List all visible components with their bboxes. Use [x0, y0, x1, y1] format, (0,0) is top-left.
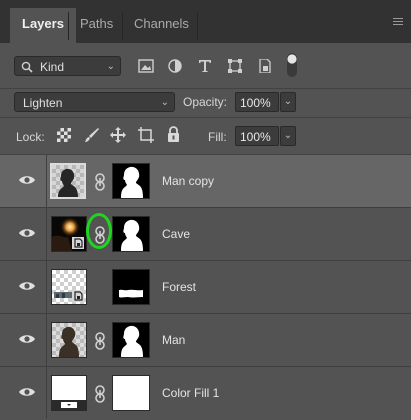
shape-filter-icon[interactable] — [227, 59, 243, 73]
layer-mask-thumbnail[interactable] — [112, 375, 150, 411]
layer-thumbnail[interactable] — [50, 163, 86, 199]
blend-mode-value: Lighten — [23, 96, 63, 110]
layer-mask-thumbnail[interactable] — [112, 216, 150, 252]
visibility-eye-icon[interactable] — [18, 385, 36, 399]
forest-photo-thumbnail — [54, 290, 84, 302]
layer-name[interactable]: Man — [162, 314, 185, 366]
column-divider — [46, 208, 47, 260]
layer-mask-thumbnail[interactable] — [112, 163, 150, 199]
filter-kind-dropdown[interactable]: Kind ⌄ — [14, 56, 121, 76]
mask-link-icon[interactable] — [94, 173, 106, 191]
lock-transparent-icon[interactable] — [57, 128, 71, 142]
layer-thumbnail[interactable] — [51, 375, 87, 411]
layer-name[interactable]: Cave — [162, 208, 190, 260]
visibility-eye-icon[interactable] — [18, 332, 36, 346]
chevron-down-icon: ⌄ — [160, 97, 169, 108]
opacity-input[interactable]: 100% — [235, 92, 279, 112]
visibility-eye-icon[interactable] — [18, 173, 36, 187]
lock-label: Lock: — [16, 130, 45, 144]
column-divider — [46, 155, 47, 207]
panel-tab-bar: Layers Paths Channels — [0, 0, 411, 43]
filter-toggle-icon[interactable] — [286, 52, 298, 78]
lock-row: Lock: Fill: 100% ⌄ — [0, 118, 411, 154]
lock-all-icon[interactable] — [167, 126, 180, 143]
visibility-eye-icon[interactable] — [18, 279, 36, 293]
highlight-ring-annotation — [86, 213, 112, 249]
cave-photo-thumbnail — [52, 217, 86, 251]
adjustment-filter-icon[interactable] — [167, 59, 183, 73]
layer-thumbnail[interactable] — [51, 322, 87, 358]
fill-label: Fill: — [208, 130, 227, 144]
layer-row-forest[interactable]: Forest — [0, 261, 411, 313]
tab-paths[interactable]: Paths — [68, 8, 125, 43]
type-filter-icon[interactable] — [197, 59, 213, 73]
smart-object-filter-icon[interactable] — [257, 59, 273, 73]
man-photo-thumbnail — [52, 323, 86, 357]
panel-menu-icon[interactable] — [393, 18, 403, 26]
fill-input[interactable]: 100% — [235, 126, 279, 146]
man-mask-shape — [121, 325, 143, 357]
column-divider — [46, 314, 47, 366]
mask-link-icon[interactable] — [94, 332, 106, 350]
lock-artboard-icon[interactable] — [138, 127, 154, 143]
layer-row-man[interactable]: Man — [0, 314, 411, 366]
color-fill-thumbnail — [52, 376, 86, 410]
mask-link-icon[interactable] — [94, 385, 106, 403]
layer-row-color-fill-1[interactable]: Color Fill 1 — [0, 367, 411, 420]
tab-channels[interactable]: Channels — [122, 8, 201, 43]
layer-row-cave[interactable]: Cave — [0, 208, 411, 260]
blend-mode-dropdown[interactable]: Lighten ⌄ — [14, 92, 175, 112]
layer-mask-thumbnail[interactable] — [112, 322, 150, 358]
layer-thumbnail[interactable] — [51, 269, 87, 305]
blend-row: Lighten ⌄ Opacity: 100% ⌄ — [0, 89, 411, 116]
column-divider — [46, 261, 47, 313]
lock-image-icon[interactable] — [84, 127, 100, 143]
layer-mask-thumbnail[interactable] — [112, 269, 150, 305]
opacity-label: Opacity: — [183, 95, 228, 109]
filter-kind-label: Kind — [40, 60, 65, 74]
layers-panel: Layers Paths Channels Kind ⌄ Lighten ⌄ O… — [0, 0, 411, 420]
forest-mask-shape — [119, 289, 143, 298]
visibility-eye-icon[interactable] — [18, 226, 36, 240]
fill-chevron-icon[interactable]: ⌄ — [280, 126, 296, 146]
tab-layers[interactable]: Layers — [10, 8, 76, 43]
opacity-chevron-icon[interactable]: ⌄ — [280, 92, 296, 112]
pixel-filter-icon[interactable] — [138, 59, 154, 73]
filter-row: Kind ⌄ — [0, 43, 411, 90]
layer-name[interactable]: Color Fill 1 — [162, 367, 219, 419]
man-mask-shape — [121, 219, 143, 251]
layer-name[interactable]: Forest — [162, 261, 196, 313]
search-icon — [21, 61, 33, 73]
man-silhouette-thumbnail — [52, 165, 84, 197]
chevron-down-icon: ⌄ — [106, 61, 115, 72]
layer-row-man-copy[interactable]: Man copy — [0, 155, 411, 207]
tab-divider — [197, 12, 198, 40]
lock-position-icon[interactable] — [110, 127, 126, 143]
layer-name[interactable]: Man copy — [162, 155, 214, 207]
column-divider — [46, 367, 47, 419]
layer-thumbnail[interactable] — [51, 216, 87, 252]
man-mask-shape — [121, 166, 143, 198]
